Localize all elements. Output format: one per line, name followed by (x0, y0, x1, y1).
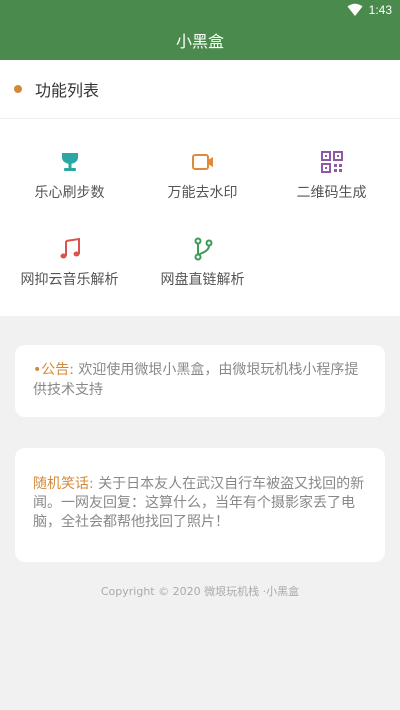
function-netdisk-link[interactable]: 网盘直链解析 (136, 237, 269, 289)
section-dot (14, 85, 22, 93)
trophy-icon (61, 153, 78, 171)
function-panel: 功能列表 乐心刷步数 万能去水印 二维码生成 网抑云音乐解析 网盘直链解析 (0, 60, 400, 316)
notice-prefix: •公告: (33, 362, 74, 378)
function-music-parse[interactable]: 网抑云音乐解析 (3, 237, 136, 289)
notice-text: 欢迎使用微垠小黑盒，由微垠玩机栈小程序提供技术支持 (33, 362, 359, 398)
function-label: 二维码生成 (296, 185, 367, 201)
status-time: 1:43 (368, 3, 392, 17)
function-step-count[interactable]: 乐心刷步数 (3, 150, 136, 202)
function-grid: 乐心刷步数 万能去水印 二维码生成 网抑云音乐解析 网盘直链解析 (0, 119, 400, 317)
music-note-icon (60, 237, 80, 259)
qr-code-icon (320, 151, 343, 173)
function-label: 万能去水印 (167, 185, 238, 201)
section-title: 功能列表 (35, 81, 100, 100)
section-header: 功能列表 (0, 60, 400, 119)
function-label: 网盘直链解析 (160, 272, 245, 288)
app-header: 1:43 小黑盒 (0, 0, 400, 60)
copyright-footer: Copyright © 2020 微垠玩机栈 ·小黑盒 (100, 585, 300, 598)
notice-card: •公告: 欢迎使用微垠小黑盒，由微垠玩机栈小程序提供技术支持 (15, 345, 385, 417)
function-watermark-remove[interactable]: 万能去水印 (136, 150, 269, 202)
function-label: 网抑云音乐解析 (20, 272, 119, 288)
app-title: 小黑盒 (175, 32, 224, 51)
video-camera-icon (191, 154, 213, 170)
wifi-icon (347, 3, 363, 16)
joke-card[interactable]: 随机笑话: 关于日本友人在武汉自行车被盗又找回的新闻。一网友回复：这算什么，当年… (15, 448, 385, 562)
joke-prefix: 随机笑话: (33, 476, 94, 492)
function-qr-generate[interactable]: 二维码生成 (265, 150, 398, 202)
function-label: 乐心刷步数 (34, 185, 105, 201)
branch-icon (194, 237, 212, 261)
status-bar: 1:43 (347, 2, 392, 18)
